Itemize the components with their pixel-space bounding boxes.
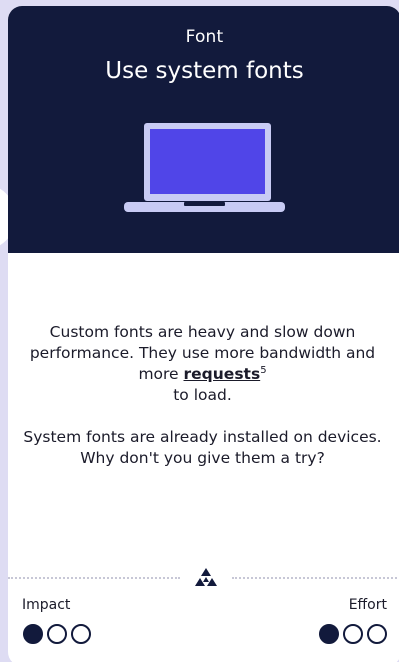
effort-rating <box>319 624 387 644</box>
card-description: Custom fonts are heavy and slow down per… <box>22 322 383 490</box>
brand-logo-icon <box>195 568 217 586</box>
tip-card: Font Use system fonts Custom fonts are h… <box>8 6 399 662</box>
effort-dot-filled <box>319 624 339 644</box>
effort-dot-empty <box>367 624 387 644</box>
description-paragraph-1: Custom fonts are heavy and slow down per… <box>22 322 383 406</box>
impact-label: Impact <box>22 597 71 613</box>
description-text-2: to load. <box>173 386 232 404</box>
card-title: Use system fonts <box>105 58 304 84</box>
impact-rating <box>23 624 91 644</box>
divider-right <box>232 577 399 579</box>
requests-link[interactable]: requests <box>184 365 261 383</box>
effort-dot-empty <box>343 624 363 644</box>
card-category: Font <box>185 27 224 47</box>
impact-dot-empty <box>47 624 67 644</box>
laptop-icon <box>124 123 285 212</box>
impact-dot-filled <box>23 624 43 644</box>
footnote-marker: 5 <box>260 364 267 376</box>
divider-left <box>8 577 180 579</box>
card-header: Font Use system fonts <box>8 6 399 253</box>
effort-label: Effort <box>348 597 387 613</box>
impact-dot-empty <box>71 624 91 644</box>
description-paragraph-2: System fonts are already installed on de… <box>23 428 382 467</box>
